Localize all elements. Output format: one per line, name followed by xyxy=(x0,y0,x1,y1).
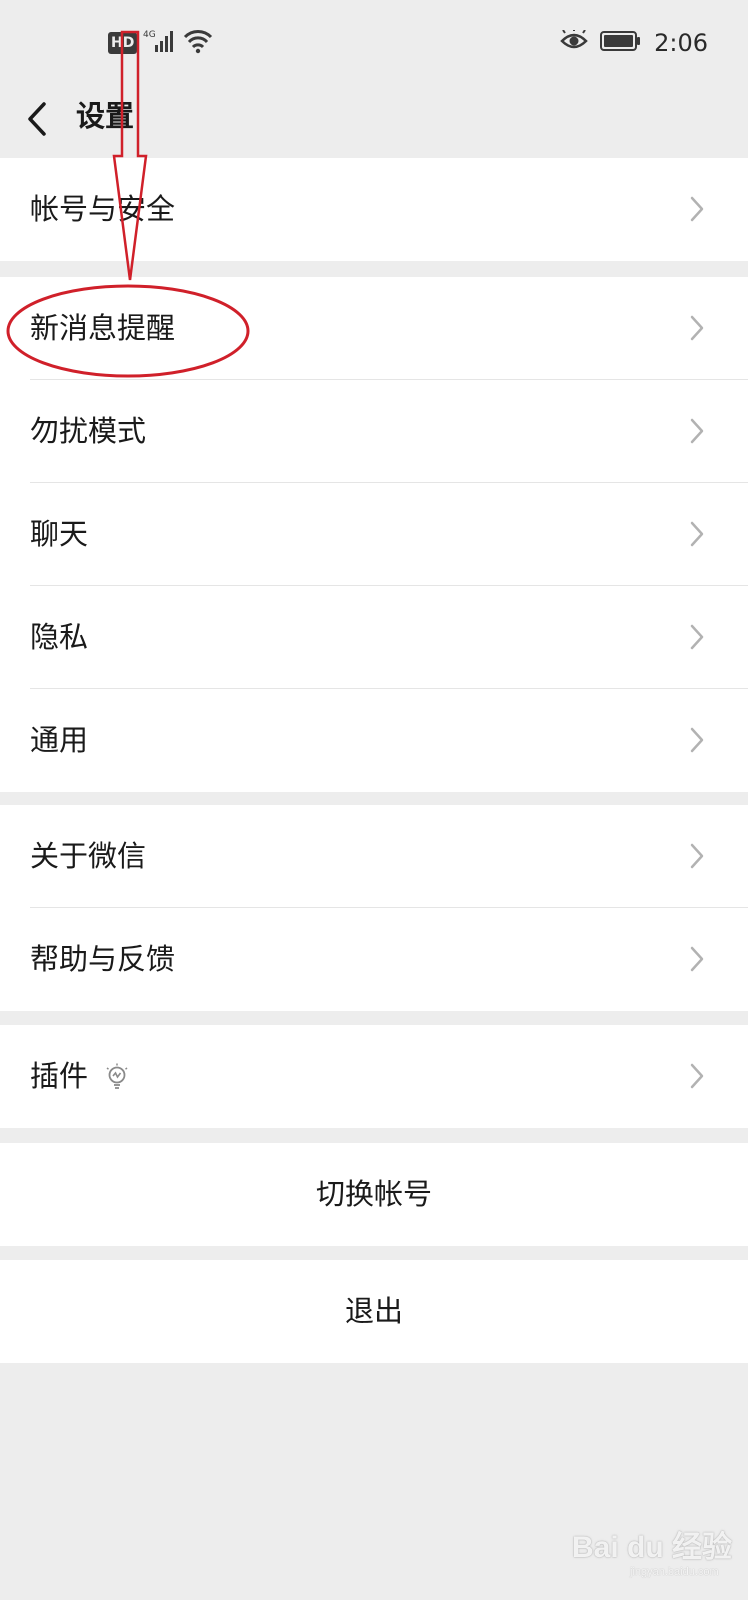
battery-icon xyxy=(600,30,642,56)
row-label: 勿扰模式 xyxy=(30,414,147,448)
chevron-right-icon xyxy=(690,727,704,753)
logout-group: 退出 xyxy=(0,1260,748,1363)
status-right-icons: 2:06 xyxy=(560,26,708,60)
signal-icon: 4G xyxy=(143,28,177,58)
row-privacy[interactable]: 隐私 xyxy=(0,586,748,689)
about-group: 关于微信 帮助与反馈 xyxy=(0,805,748,1011)
back-button[interactable] xyxy=(18,94,58,144)
row-do-not-disturb[interactable]: 勿扰模式 xyxy=(0,380,748,483)
main-settings-group: 新消息提醒 勿扰模式 聊天 隐私 通用 xyxy=(0,277,748,792)
chevron-right-icon xyxy=(690,315,704,341)
row-label: 通用 xyxy=(30,723,89,757)
logout-button[interactable]: 退出 xyxy=(0,1260,748,1363)
row-label: 插件 xyxy=(30,1059,89,1093)
lightbulb-icon xyxy=(106,1063,128,1089)
switch-account-button[interactable]: 切换帐号 xyxy=(0,1143,748,1246)
account-group: 帐号与安全 xyxy=(0,158,748,261)
row-label: 隐私 xyxy=(30,620,89,654)
clock: 2:06 xyxy=(654,29,708,57)
row-chat[interactable]: 聊天 xyxy=(0,483,748,586)
chevron-right-icon xyxy=(690,843,704,869)
chevron-right-icon xyxy=(690,418,704,444)
chevron-right-icon xyxy=(690,1063,704,1089)
chevron-right-icon xyxy=(690,624,704,650)
row-plugins[interactable]: 插件 xyxy=(0,1025,748,1128)
row-help-feedback[interactable]: 帮助与反馈 xyxy=(0,908,748,1011)
row-about-wechat[interactable]: 关于微信 xyxy=(0,805,748,908)
row-label: 关于微信 xyxy=(30,839,147,873)
row-general[interactable]: 通用 xyxy=(0,689,748,792)
chevron-right-icon xyxy=(690,946,704,972)
plugins-group: 插件 xyxy=(0,1025,748,1128)
eye-icon xyxy=(560,28,588,56)
row-account-security[interactable]: 帐号与安全 xyxy=(0,158,748,261)
row-label: 新消息提醒 xyxy=(30,311,176,345)
row-label: 帮助与反馈 xyxy=(30,942,176,976)
wifi-icon xyxy=(183,28,213,58)
watermark-url: jingyan.baidu.com xyxy=(630,1566,719,1578)
chevron-right-icon xyxy=(690,196,704,222)
status-bar: HD 4G 2:06 xyxy=(0,0,748,88)
status-left-icons: HD 4G xyxy=(108,28,213,58)
hd-badge: HD xyxy=(108,32,138,54)
back-arrow-icon xyxy=(28,102,46,136)
watermark-logo-text: Bai du 经验 xyxy=(572,1531,733,1564)
switch-account-group: 切换帐号 xyxy=(0,1143,748,1246)
row-label: 帐号与安全 xyxy=(30,192,176,226)
network-type-label: 4G xyxy=(143,30,156,40)
nav-bar: 设置 xyxy=(0,88,748,158)
row-label: 聊天 xyxy=(30,517,89,551)
chevron-right-icon xyxy=(690,521,704,547)
row-new-message-notifications[interactable]: 新消息提醒 xyxy=(0,277,748,380)
watermark: Bai du 经验 jingyan.baidu.com xyxy=(572,1512,732,1592)
page-title: 设置 xyxy=(76,99,135,133)
